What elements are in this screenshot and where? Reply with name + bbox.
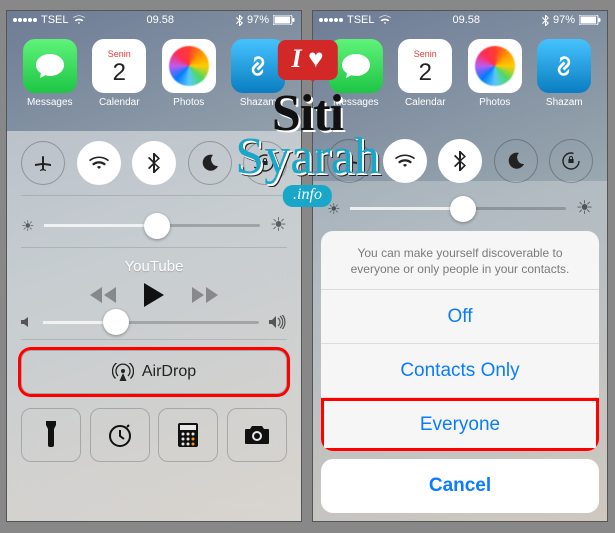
carrier-label: TSEL [347, 14, 375, 26]
brightness-high-icon: ☀︎ [270, 214, 287, 237]
status-time: 09.58 [146, 14, 174, 26]
homescreen-row: Messages Senin2 Calendar Photos Shazam [7, 29, 301, 129]
app-messages[interactable]: Messages [20, 39, 80, 129]
airdrop-action-sheet: You can make yourself discoverable to ev… [321, 231, 599, 513]
timer-button[interactable] [90, 408, 150, 462]
volume-slider[interactable] [21, 315, 287, 329]
rewind-button[interactable] [90, 287, 116, 303]
divider [21, 339, 287, 340]
app-label: Photos [479, 97, 510, 108]
toggle-row [21, 141, 287, 185]
battery-icon [273, 15, 295, 25]
volume-low-icon [21, 316, 33, 328]
battery-pct: 97% [247, 14, 269, 26]
sheet-cancel-button[interactable]: Cancel [321, 459, 599, 513]
orientation-lock-toggle[interactable] [549, 139, 593, 183]
forward-button[interactable] [192, 287, 218, 303]
brightness-high-icon: ☀︎ [576, 197, 593, 220]
airdrop-option-contacts[interactable]: Contacts Only [321, 343, 599, 397]
app-shazam[interactable]: Shazam [228, 39, 288, 129]
app-photos[interactable]: Photos [159, 39, 219, 129]
status-time: 09.58 [452, 14, 480, 26]
carrier-label: TSEL [41, 14, 69, 26]
app-messages[interactable]: Messages [326, 39, 386, 129]
app-label: Photos [173, 97, 204, 108]
bluetooth-status-icon [236, 15, 243, 26]
brightness-low-icon: ☀︎ [21, 217, 34, 235]
flashlight-button[interactable] [21, 408, 81, 462]
signal-dots [319, 18, 343, 22]
cal-daynum: 2 [113, 59, 126, 87]
bluetooth-toggle[interactable] [438, 139, 482, 183]
camera-button[interactable] [227, 408, 287, 462]
volume-high-icon [269, 315, 287, 329]
divider [21, 195, 287, 196]
app-label: Messages [333, 97, 379, 108]
wifi-toggle[interactable] [77, 141, 121, 185]
toggle-row [327, 139, 593, 183]
brightness-slider[interactable]: ☀︎ ☀︎ [327, 197, 593, 220]
bluetooth-toggle[interactable] [132, 141, 176, 185]
play-button[interactable] [144, 283, 164, 307]
brightness-low-icon: ☀︎ [327, 200, 340, 218]
dnd-toggle[interactable] [188, 141, 232, 185]
homescreen-row: Messages Senin2 Calendar Photos Shazam [313, 29, 607, 129]
airdrop-label: AirDrop [142, 363, 196, 381]
airplane-toggle[interactable] [21, 141, 65, 185]
status-bar: TSEL 09.58 97% [313, 11, 607, 29]
shortcut-row [21, 408, 287, 462]
app-label: Shazam [546, 97, 583, 108]
battery-pct: 97% [553, 14, 575, 26]
cal-daynum: 2 [419, 59, 432, 87]
airplane-toggle[interactable] [327, 139, 371, 183]
bluetooth-status-icon [542, 15, 549, 26]
airdrop-icon [112, 363, 134, 381]
brightness-slider[interactable]: ☀︎ ☀︎ [21, 214, 287, 237]
app-label: Calendar [99, 97, 140, 108]
app-label: Calendar [405, 97, 446, 108]
signal-dots [13, 18, 37, 22]
airdrop-button[interactable]: AirDrop [21, 350, 287, 394]
wifi-status-icon [379, 15, 391, 25]
app-shazam[interactable]: Shazam [534, 39, 594, 129]
wifi-status-icon [73, 15, 85, 25]
app-photos[interactable]: Photos [465, 39, 525, 129]
control-center: ☀︎ ☀︎ YouTube [7, 131, 301, 521]
dnd-toggle[interactable] [494, 139, 538, 183]
sheet-message: You can make yourself discoverable to ev… [321, 231, 599, 289]
airdrop-option-off[interactable]: Off [321, 289, 599, 343]
wifi-toggle[interactable] [383, 139, 427, 183]
transport-controls [21, 283, 287, 307]
orientation-lock-toggle[interactable] [243, 141, 287, 185]
app-label: Messages [27, 97, 73, 108]
app-calendar[interactable]: Senin2 Calendar [395, 39, 455, 129]
app-label: Shazam [240, 97, 277, 108]
divider [21, 247, 287, 248]
now-playing-title[interactable]: YouTube [21, 258, 287, 275]
airdrop-option-everyone[interactable]: Everyone [321, 397, 599, 451]
cal-dayname: Senin [414, 49, 437, 59]
status-bar: TSEL 09.58 97% [7, 11, 301, 29]
calculator-button[interactable] [158, 408, 218, 462]
screenshot-right: TSEL 09.58 97% Messages Senin2 Calendar P… [312, 10, 608, 522]
battery-icon [579, 15, 601, 25]
screenshot-left: TSEL 09.58 97% Messages Senin2 Calendar [6, 10, 302, 522]
app-calendar[interactable]: Senin2 Calendar [89, 39, 149, 129]
cal-dayname: Senin [108, 49, 131, 59]
